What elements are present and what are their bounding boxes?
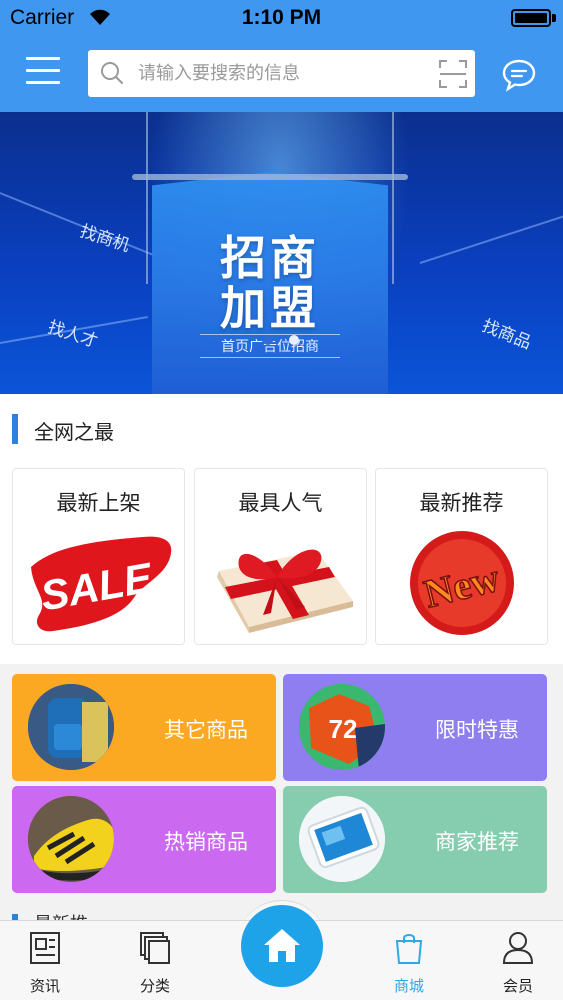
banner-streak (419, 212, 563, 264)
message-icon[interactable] (501, 58, 537, 92)
category-tile-merchant[interactable]: 商家推荐 (283, 786, 547, 893)
card-recommended[interactable]: 最新推荐 New (375, 468, 548, 645)
search-bar[interactable] (88, 50, 475, 97)
new-badge-icon: New (410, 531, 514, 635)
status-bar: Carrier 1:10 PM (0, 0, 563, 36)
card-label: 最新推荐 (419, 491, 504, 515)
banner-dot[interactable] (289, 335, 299, 345)
news-icon (30, 932, 60, 964)
search-input[interactable] (138, 50, 428, 97)
next-section-title: 最新推 (34, 910, 124, 920)
member-icon (502, 932, 534, 964)
backpack-icon (28, 684, 114, 770)
tab-member[interactable]: 会员 (478, 921, 558, 1000)
sneaker-icon (28, 796, 114, 882)
tab-label: 会员 (502, 977, 533, 995)
category-label: 热销商品 (164, 830, 248, 854)
card-most-popular[interactable]: 最具人气 (194, 468, 367, 645)
card-label: 最具人气 (238, 491, 323, 515)
banner-string (146, 112, 148, 284)
tab-label: 分类 (139, 977, 170, 995)
search-icon (101, 62, 123, 84)
battery-icon (511, 9, 551, 27)
promo-banner[interactable]: 招商 加盟 首页广告位招商 找商机 找人才 找商品 (0, 112, 563, 394)
tab-news[interactable]: 资讯 (5, 921, 85, 1000)
category-label: 限时特惠 (435, 718, 519, 742)
banner-streak (0, 192, 158, 258)
banner-string (392, 112, 394, 284)
home-icon (264, 929, 300, 962)
menu-icon-line (26, 69, 60, 72)
section-title: 全网之最 (34, 420, 114, 444)
battery-tip (552, 14, 556, 22)
menu-icon-line (26, 57, 60, 60)
banner-text-left-bottom: 找人才 (45, 317, 101, 353)
banner-text-right: 找商品 (479, 315, 534, 354)
tab-label: 商城 (393, 977, 424, 995)
menu-button[interactable] (26, 57, 60, 89)
tab-category[interactable]: 分类 (115, 921, 195, 1000)
category-tile-other[interactable]: 其它商品 (12, 674, 276, 781)
app-header: Carrier 1:10 PM (0, 0, 563, 112)
category-tile-flash-sale[interactable]: 72 限时特惠 (283, 674, 547, 781)
category-tile-hot[interactable]: 热销商品 (12, 786, 276, 893)
tab-label: 资讯 (29, 977, 60, 995)
section-marker (12, 414, 18, 444)
category-icon (140, 932, 170, 964)
card-label: 最新上架 (56, 491, 141, 515)
banner-dot-active[interactable] (263, 335, 273, 345)
home-button[interactable] (241, 905, 323, 987)
gift-box-icon (217, 549, 353, 633)
banner-text-left-top: 找商机 (77, 221, 133, 257)
category-label: 其它商品 (164, 718, 248, 742)
card-new-arrivals[interactable]: 最新上架 SALE (12, 468, 185, 645)
status-time: 1:10 PM (241, 6, 322, 29)
scan-icon[interactable] (439, 60, 467, 88)
jersey-icon: 72 (299, 684, 385, 770)
svg-text:72: 72 (329, 714, 358, 744)
tab-mall[interactable]: 商城 (369, 921, 449, 1000)
banner-rod (132, 174, 408, 180)
phone-icon (299, 796, 385, 882)
banner-title-line2: 加盟 (220, 281, 320, 335)
sale-brush-icon: SALE (31, 536, 172, 632)
menu-icon-line (26, 81, 60, 84)
category-label: 商家推荐 (435, 830, 519, 854)
shopping-bag-icon (395, 934, 423, 964)
